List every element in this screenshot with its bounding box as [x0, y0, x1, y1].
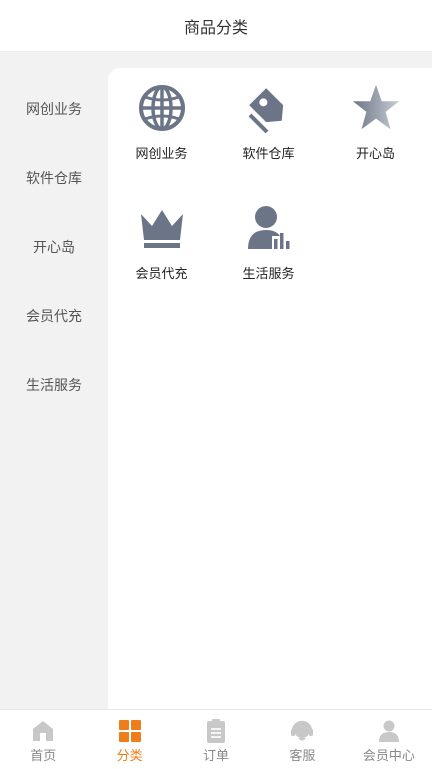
tab-label: 首页	[30, 749, 57, 764]
category-grid: 网创业务 软件仓库 开心岛 会员代充 生活服务	[108, 68, 432, 322]
globe-icon	[136, 82, 188, 134]
category-icon	[118, 719, 142, 743]
category-label: 开心岛	[355, 147, 395, 162]
sidebar-item-membership[interactable]: 会员代充	[0, 281, 108, 350]
category-card-life-services[interactable]: 生活服务	[215, 202, 322, 322]
tab-label: 会员中心	[362, 749, 415, 764]
sidebar-item-wangchuang[interactable]: 网创业务	[0, 74, 108, 143]
category-label: 会员代充	[135, 267, 188, 282]
category-card-happy-island[interactable]: 开心岛	[322, 82, 429, 202]
category-card-membership[interactable]: 会员代充	[108, 202, 215, 322]
category-label: 软件仓库	[242, 147, 295, 162]
tab-category[interactable]: 分类	[86, 710, 172, 769]
tab-label: 分类	[116, 749, 143, 764]
tab-label: 订单	[203, 749, 230, 764]
user-icon	[377, 719, 401, 743]
sidebar-item-happy-island[interactable]: 开心岛	[0, 212, 108, 281]
tab-home[interactable]: 首页	[0, 710, 86, 769]
category-sidebar: 网创业务 软件仓库 开心岛 会员代充 生活服务	[0, 52, 108, 709]
category-card-wangchuang[interactable]: 网创业务	[108, 82, 215, 202]
crown-icon	[136, 202, 188, 254]
page-title: 商品分类	[183, 17, 248, 37]
category-content: 网创业务 软件仓库 开心岛 会员代充 生活服务	[108, 68, 432, 709]
support-icon	[290, 719, 314, 743]
tab-label: 客服	[289, 749, 316, 764]
page-header: 商品分类	[0, 0, 432, 52]
tab-orders[interactable]: 订单	[173, 710, 259, 769]
tag-icon	[243, 82, 295, 134]
sidebar-item-life-services[interactable]: 生活服务	[0, 350, 108, 419]
user-chart-icon	[243, 202, 295, 254]
home-icon	[31, 719, 55, 743]
category-label: 网创业务	[135, 147, 188, 162]
star-icon	[350, 82, 402, 134]
category-card-software[interactable]: 软件仓库	[215, 82, 322, 202]
tab-support[interactable]: 客服	[259, 710, 345, 769]
category-label: 生活服务	[242, 267, 295, 282]
sidebar-item-software[interactable]: 软件仓库	[0, 143, 108, 212]
tab-member-center[interactable]: 会员中心	[346, 710, 432, 769]
order-icon	[204, 719, 228, 743]
app-screen: 商品分类 网创业务 软件仓库 开心岛 会员代充 生活服务 网创业务 软件仓库 开…	[0, 0, 432, 769]
bottom-tab-bar: 首页 分类 订单 客服 会员中心	[0, 709, 432, 769]
